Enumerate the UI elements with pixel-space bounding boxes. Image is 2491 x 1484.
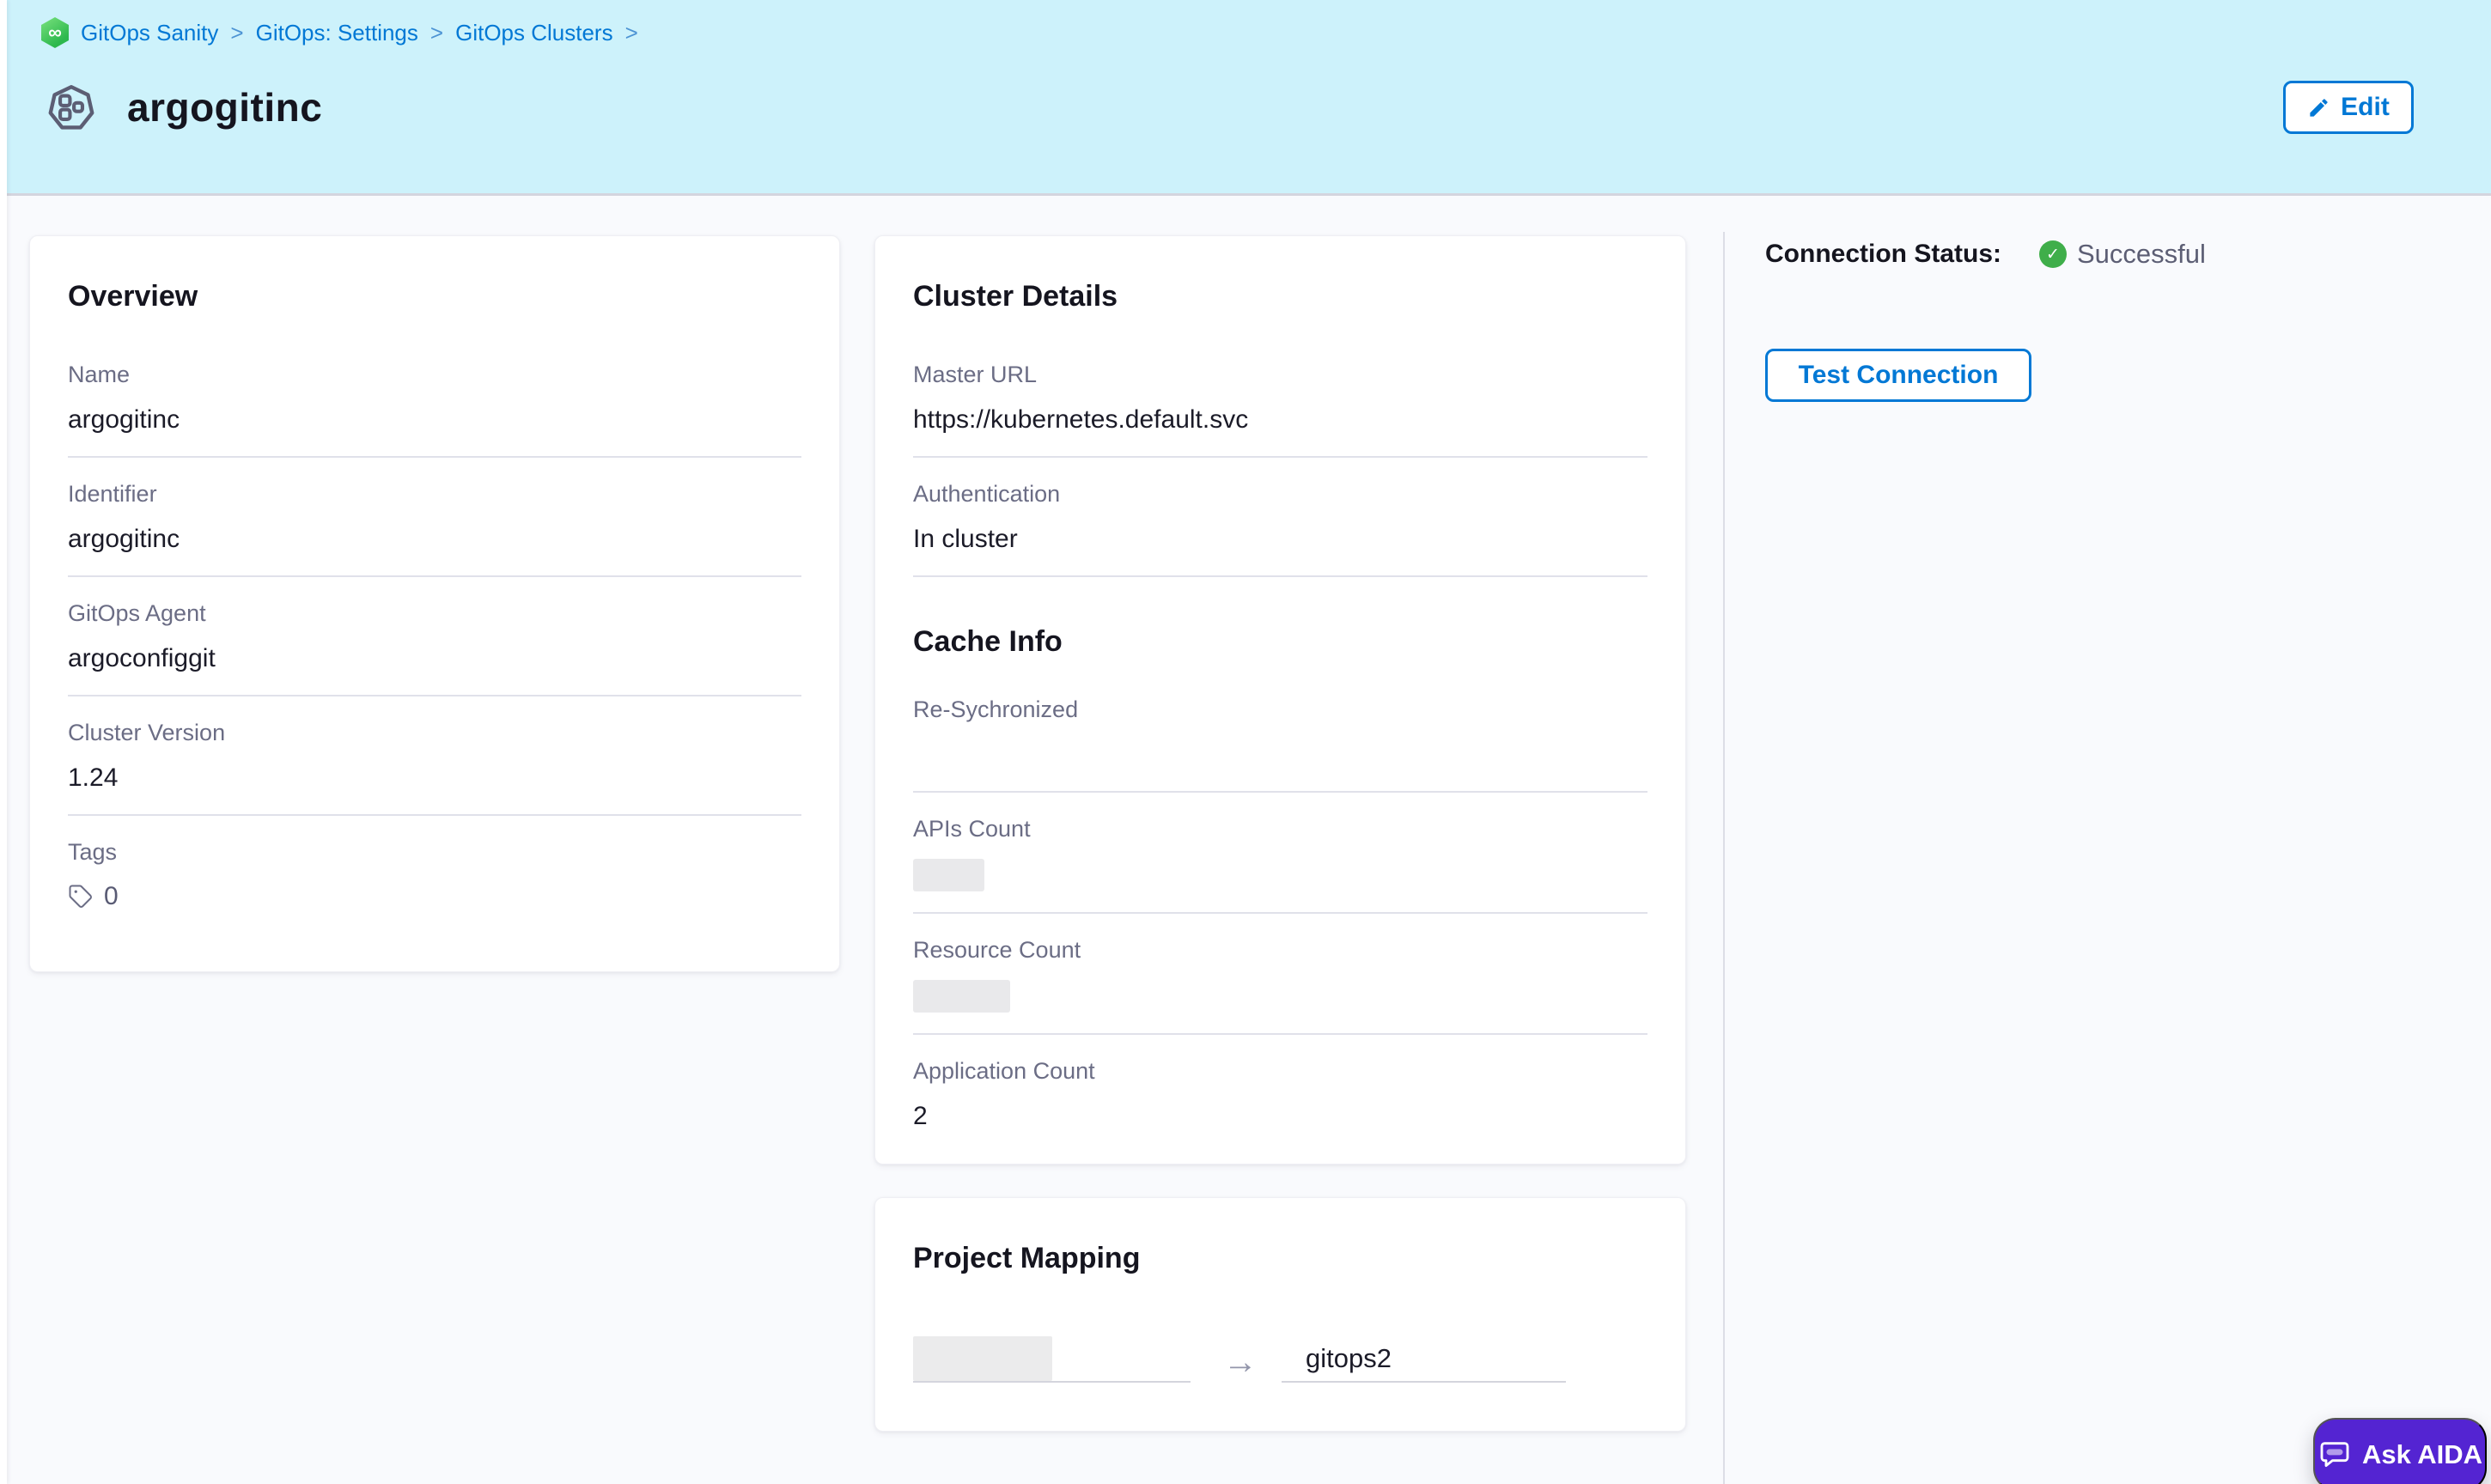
- field-name-value: argogitinc: [68, 404, 801, 435]
- field-tags: Tags 0: [68, 816, 801, 932]
- overview-card-title: Overview: [68, 279, 801, 313]
- edit-button[interactable]: Edit: [2283, 81, 2414, 134]
- field-resource-count-label: Resource Count: [913, 936, 1647, 964]
- connection-status-row: Connection Status: ✓ Successful: [1765, 239, 2206, 270]
- field-cluster-version-value: 1.24: [68, 763, 801, 794]
- field-gitops-agent-label: GitOps Agent: [68, 599, 801, 627]
- mapping-source-field[interactable]: [913, 1336, 1191, 1383]
- field-application-count: Application Count 2: [913, 1035, 1647, 1153]
- field-resynchronized: Re-Sychronized: [913, 673, 1647, 793]
- connection-status-label: Connection Status:: [1765, 240, 2001, 269]
- resource-count-redacted-value: [913, 980, 1010, 1013]
- field-gitops-agent: GitOps Agent argoconfiggit: [68, 577, 801, 696]
- breadcrumb-separator: >: [230, 20, 243, 46]
- breadcrumb: ∞ GitOps Sanity > GitOps: Settings > Git…: [41, 17, 638, 48]
- mapping-target-field[interactable]: gitops2: [1282, 1336, 1566, 1383]
- project-mapping-card-title: Project Mapping: [913, 1241, 1647, 1275]
- nav-gutter: [0, 0, 7, 1484]
- mapping-source-redacted-value: [913, 1336, 1052, 1381]
- gitops-icon: ∞: [41, 17, 69, 48]
- breadcrumb-gitops-settings[interactable]: GitOps: Settings: [256, 20, 418, 46]
- field-authentication-label: Authentication: [913, 480, 1647, 508]
- field-identifier-label: Identifier: [68, 480, 801, 508]
- cluster-icon: [46, 82, 96, 132]
- pencil-icon: [2307, 96, 2330, 119]
- field-gitops-agent-value: argoconfiggit: [68, 643, 801, 674]
- field-cluster-version-label: Cluster Version: [68, 719, 801, 746]
- field-resynchronized-value: [913, 739, 1647, 770]
- field-authentication: Authentication In cluster: [913, 458, 1647, 577]
- title-row: argogitinc: [46, 82, 322, 132]
- field-name-label: Name: [68, 361, 801, 388]
- field-master-url: Master URL https://kubernetes.default.sv…: [913, 338, 1647, 458]
- field-name: Name argogitinc: [68, 338, 801, 458]
- content-divider: [1723, 232, 1725, 1484]
- breadcrumb-gitops-sanity[interactable]: GitOps Sanity: [81, 20, 218, 46]
- project-mapping-row: → gitops2: [913, 1336, 1647, 1383]
- field-authentication-value: In cluster: [913, 524, 1647, 555]
- connection-status-value: Successful: [2077, 239, 2206, 270]
- project-mapping-card: Project Mapping → gitops2: [874, 1197, 1686, 1432]
- test-connection-button[interactable]: Test Connection: [1765, 349, 2031, 402]
- field-master-url-label: Master URL: [913, 361, 1647, 388]
- field-master-url-value: https://kubernetes.default.svc: [913, 404, 1647, 435]
- field-resynchronized-label: Re-Sychronized: [913, 696, 1647, 723]
- field-apis-count: APIs Count: [913, 793, 1647, 914]
- edit-button-label: Edit: [2341, 93, 2390, 122]
- ask-aida-label: Ask AIDA: [2362, 1439, 2482, 1470]
- cluster-details-card: Cluster Details Master URL https://kuber…: [874, 235, 1686, 1165]
- field-identifier: Identifier argogitinc: [68, 458, 801, 577]
- page-title: argogitinc: [127, 84, 322, 131]
- gitops-cluster-detail-page: ∞ GitOps Sanity > GitOps: Settings > Git…: [0, 0, 2491, 1484]
- apis-count-redacted-value: [913, 859, 984, 891]
- field-cluster-version: Cluster Version 1.24: [68, 696, 801, 816]
- field-apis-count-label: APIs Count: [913, 815, 1647, 842]
- overview-card: Overview Name argogitinc Identifier argo…: [29, 235, 840, 972]
- field-application-count-label: Application Count: [913, 1057, 1647, 1085]
- breadcrumb-separator: >: [625, 20, 638, 46]
- cache-info-section-title: Cache Info: [913, 624, 1647, 659]
- mapping-arrow-icon: →: [1223, 1345, 1258, 1379]
- breadcrumb-separator: >: [430, 20, 443, 46]
- cluster-details-card-title: Cluster Details: [913, 279, 1647, 313]
- field-application-count-value: 2: [913, 1101, 1647, 1132]
- field-identifier-value: argogitinc: [68, 524, 801, 555]
- tag-icon: [68, 884, 94, 909]
- tags-count: 0: [104, 882, 119, 911]
- page-header: ∞ GitOps Sanity > GitOps: Settings > Git…: [7, 0, 2491, 196]
- field-tags-label: Tags: [68, 838, 801, 866]
- chat-bubble-icon: [2317, 1438, 2352, 1472]
- success-check-icon: ✓: [2039, 240, 2067, 268]
- ask-aida-button[interactable]: Ask AIDA: [2313, 1418, 2487, 1484]
- breadcrumb-gitops-clusters[interactable]: GitOps Clusters: [455, 20, 613, 46]
- field-resource-count: Resource Count: [913, 914, 1647, 1035]
